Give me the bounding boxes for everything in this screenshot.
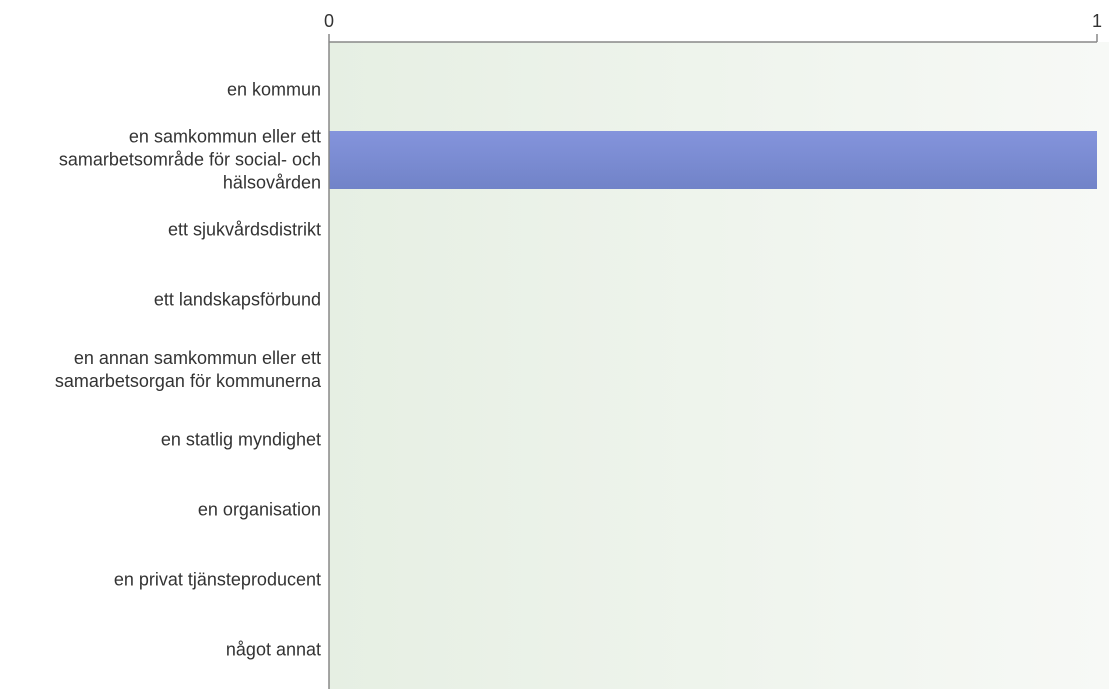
category-label-line: en organisation [197, 499, 321, 520]
category-label-2: ett sjukvårdsdistrikt [0, 219, 321, 242]
category-label-line: ett sjukvårdsdistrikt [167, 219, 321, 240]
category-label-4: en annan samkommun eller ett samarbetsorg… [0, 347, 321, 393]
category-label-line: samarbetsorgan för kommunerna [54, 371, 321, 391]
category-label-line: en samkommun eller ett [128, 126, 321, 147]
category-label-line: ett landskapsförbund [153, 289, 321, 310]
category-label-8: något annat [0, 639, 321, 662]
category-label-6: en organisation [0, 499, 321, 522]
category-label-5: en statlig myndighet [0, 429, 321, 452]
bar-1 [329, 131, 1097, 189]
category-label-line: något annat [225, 639, 321, 660]
category-label-line: samarbetsområde för social- och [58, 149, 321, 170]
category-label-3: ett landskapsförbund [0, 289, 321, 312]
category-label-line: en privat tjänsteproducent [113, 569, 321, 590]
category-label-line: en kommun [226, 79, 321, 100]
category-label-line: en annan samkommun eller ett [73, 348, 321, 368]
x-tick-label-0: 0 [324, 11, 334, 31]
category-label-1: en samkommun eller ett samarbetsområde fö… [0, 126, 321, 195]
x-tick-label-1: 1 [1092, 11, 1102, 31]
category-label-line: hälsovården [222, 172, 321, 193]
category-label-7: en privat tjänsteproducent [0, 569, 321, 592]
category-label-line: en statlig myndighet [160, 429, 321, 450]
category-label-0: en kommun [0, 79, 321, 102]
chart-container: 01 en kommun en samkommun eller ett samarb… [0, 0, 1120, 689]
